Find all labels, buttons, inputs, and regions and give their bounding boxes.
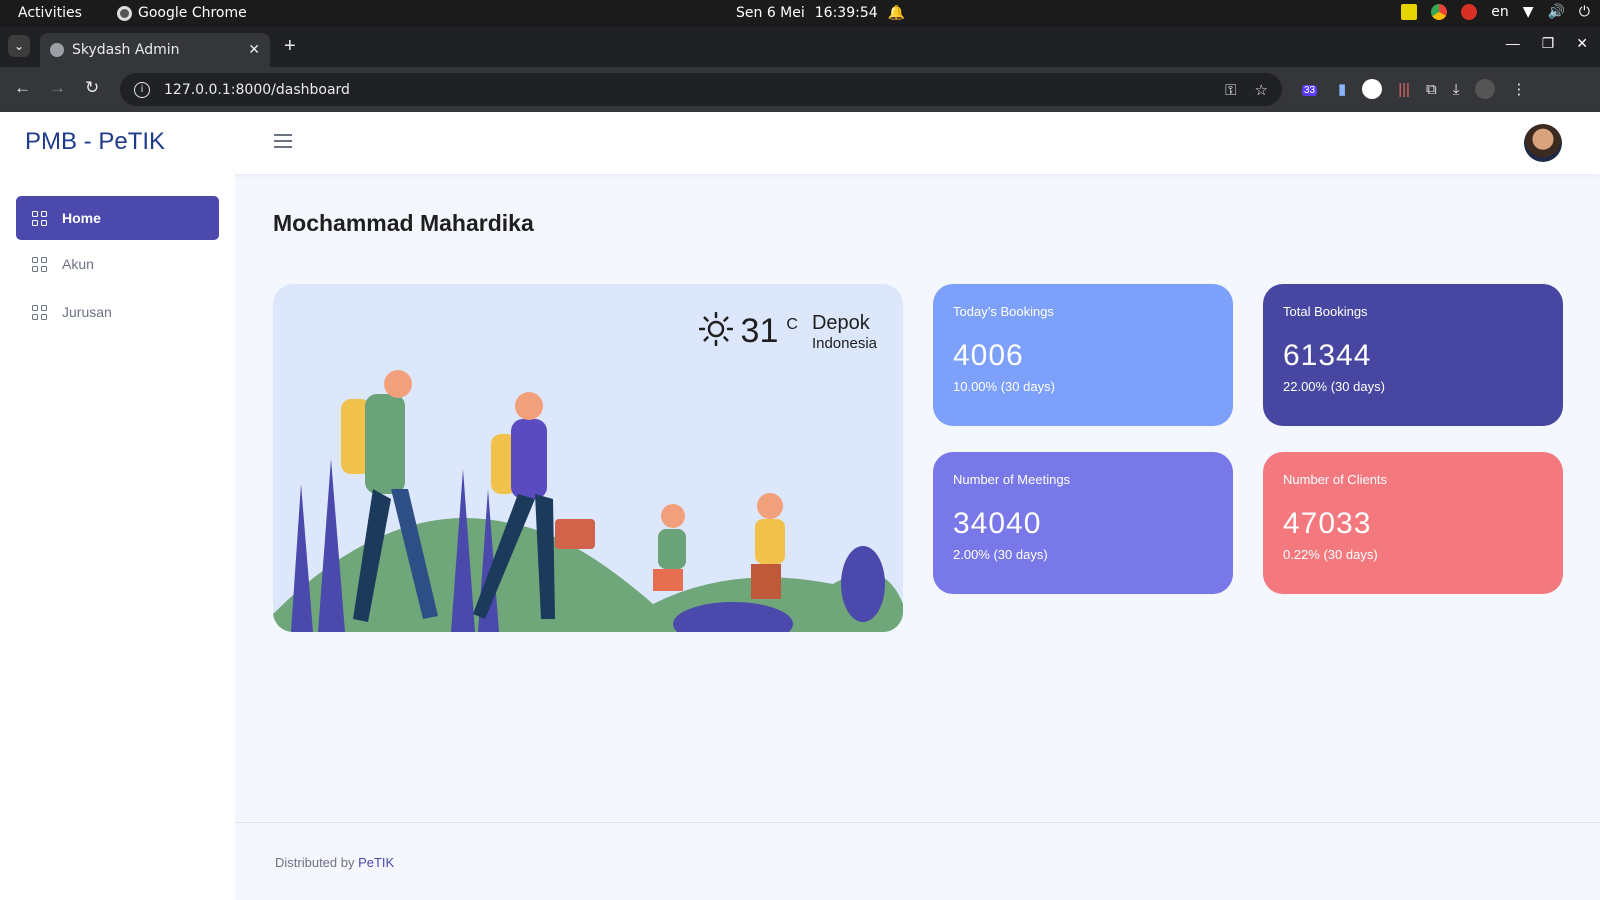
url-text: 127.0.0.1:8000/dashboard	[164, 81, 350, 98]
chrome-remote-icon[interactable]	[1461, 4, 1478, 20]
grid-icon	[32, 210, 47, 226]
grid-icon	[32, 304, 47, 320]
footer-link[interactable]: PeTIK	[358, 855, 394, 870]
stat-value: 61344	[1283, 339, 1372, 372]
chrome-tray-icon[interactable]	[1431, 4, 1448, 20]
stat-value: 4006	[953, 339, 1024, 372]
sidebar-item-jurusan[interactable]: Jurusan	[16, 290, 219, 334]
stat-change: 0.22% (30 days)	[1283, 547, 1378, 562]
close-tab-icon[interactable]: ✕	[248, 42, 260, 58]
stat-value: 34040	[953, 507, 1042, 540]
extension-doc-icon[interactable]: ▮	[1338, 80, 1346, 98]
system-tray[interactable]: en ▼ 🔊 ⏻	[1401, 4, 1590, 20]
tab-active[interactable]: Skydash Admin ✕	[40, 33, 270, 67]
password-key-icon[interactable]: ⚿	[1225, 81, 1236, 99]
site-info-icon[interactable]: i	[134, 81, 150, 98]
clock[interactable]: Sen 6 Mei 16:39:54 🔔	[736, 5, 905, 21]
volume-icon[interactable]: 🔊	[1547, 4, 1564, 20]
stat-card-todays-bookings: Today’s Bookings 4006 10.00% (30 days)	[933, 284, 1233, 426]
app-name: Google Chrome	[138, 5, 247, 21]
stat-value: 47033	[1283, 507, 1372, 540]
restore-button[interactable]: ❐	[1542, 35, 1555, 52]
bookmark-star-icon[interactable]: ☆	[1255, 81, 1268, 99]
extension-badge-icon[interactable]: 33	[1302, 79, 1322, 99]
tab-strip: ⌄ Skydash Admin ✕ + — ❐ ✕	[0, 27, 1600, 67]
download-icon[interactable]: ⤓	[1453, 81, 1460, 98]
footer-prefix: Distributed by	[275, 855, 359, 870]
extensions-puzzle-icon[interactable]: ⧉	[1426, 81, 1437, 98]
temperature-unit: C	[786, 316, 798, 333]
address-bar[interactable]: i 127.0.0.1:8000/dashboard ⚿ ☆	[120, 73, 1282, 106]
chrome-icon	[117, 5, 132, 21]
tab-title: Skydash Admin	[72, 42, 180, 58]
language-indicator[interactable]: en	[1491, 4, 1509, 20]
stat-change: 22.00% (30 days)	[1283, 379, 1385, 394]
weather-hero-card: 31 C Depok Indonesia	[273, 284, 903, 632]
reload-button[interactable]: ↻	[85, 78, 99, 98]
browser-toolbar: ← → ↻ i 127.0.0.1:8000/dashboard ⚿ ☆ 33 …	[0, 67, 1600, 112]
tab-search-button[interactable]: ⌄	[8, 35, 30, 57]
globe-icon	[50, 43, 64, 57]
app-menu[interactable]: Google Chrome	[117, 5, 247, 21]
extension-color-icon[interactable]	[1362, 79, 1383, 99]
sidebar-item-label: Akun	[62, 256, 94, 272]
main-content: Mochammad Mahardika 31 C Depok Indonesia…	[235, 174, 1600, 900]
footer: Distributed by PeTIK	[235, 822, 1600, 900]
forward-button[interactable]: →	[49, 78, 66, 98]
stat-card-total-bookings: Total Bookings 61344 22.00% (30 days)	[1263, 284, 1563, 426]
page-title: Mochammad Mahardika	[273, 210, 534, 236]
weather-widget: 31 C Depok Indonesia	[698, 311, 877, 352]
date-text: Sen 6 Mei	[736, 5, 805, 21]
sun-icon	[698, 311, 733, 351]
temperature-value: 31	[740, 312, 779, 350]
footer-text: Distributed by PeTIK	[275, 855, 394, 870]
stat-change: 2.00% (30 days)	[953, 547, 1048, 562]
wifi-icon[interactable]: ▼	[1523, 4, 1534, 20]
weather-country: Indonesia	[811, 335, 877, 352]
sidebar-item-label: Home	[62, 210, 101, 226]
stat-card-number-of-clients: Number of Clients 47033 0.22% (30 days)	[1263, 452, 1563, 594]
grid-icon	[32, 256, 47, 272]
close-window-button[interactable]: ✕	[1576, 35, 1588, 52]
extension-audio-icon[interactable]: |||	[1398, 81, 1410, 98]
app-navbar: PMB - PeTIK	[0, 112, 1600, 174]
extensions-area: 33 ▮ ||| ⧉ ⤓ ⋮	[1302, 79, 1526, 99]
stat-card-number-of-meetings: Number of Meetings 34040 2.00% (30 days)	[933, 452, 1233, 594]
menu-dots-icon[interactable]: ⋮	[1511, 80, 1526, 98]
profile-icon[interactable]	[1475, 79, 1496, 99]
system-top-bar: Activities Google Chrome Sen 6 Mei 16:39…	[0, 0, 1600, 27]
stat-label: Number of Clients	[1283, 472, 1388, 487]
sidebar-item-home[interactable]: Home	[16, 196, 219, 240]
minimize-button[interactable]: —	[1506, 35, 1520, 52]
time-text: 16:39:54	[814, 5, 878, 21]
new-tab-button[interactable]: +	[284, 35, 296, 58]
sidebar-item-akun[interactable]: Akun	[16, 242, 219, 286]
sidebar-item-label: Jurusan	[62, 304, 112, 320]
notes-icon[interactable]	[1401, 4, 1418, 20]
stat-label: Total Bookings	[1283, 304, 1368, 319]
weather-city: Depok	[811, 312, 870, 334]
stat-label: Today’s Bookings	[953, 304, 1054, 319]
stat-change: 10.00% (30 days)	[953, 379, 1055, 394]
stat-label: Number of Meetings	[953, 472, 1071, 487]
avatar[interactable]	[1524, 124, 1562, 162]
bell-icon: 🔔	[887, 5, 906, 21]
brand-logo[interactable]: PMB - PeTIK	[25, 128, 165, 156]
power-icon[interactable]: ⏻	[1579, 4, 1590, 20]
back-button[interactable]: ←	[14, 78, 31, 98]
activities-button[interactable]: Activities	[18, 5, 82, 21]
window-controls: — ❐ ✕	[1506, 35, 1588, 52]
hamburger-menu-icon[interactable]	[274, 134, 292, 152]
sidebar: Home Akun Jurusan	[0, 174, 235, 900]
